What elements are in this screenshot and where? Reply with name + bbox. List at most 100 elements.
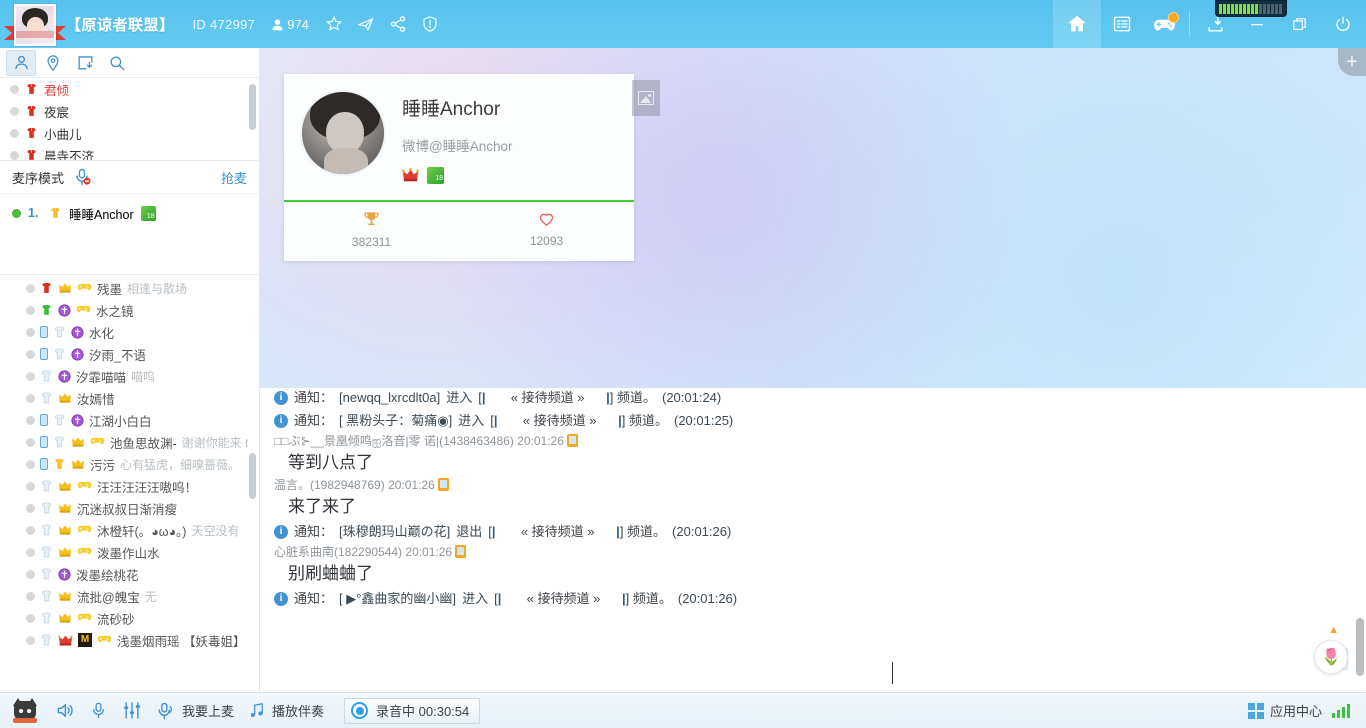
shield-icon[interactable] xyxy=(421,15,439,33)
broken-image-icon[interactable] xyxy=(632,80,660,116)
member-list-item[interactable]: 汐霏喵喵 喵呜 xyxy=(0,365,259,387)
grab-mic-button[interactable]: 抢麦 xyxy=(221,168,247,187)
left-sidebar: 君倾 夜宸 小曲儿 晨寺不济 麦序模式 抢麦 1. 睡睡Anchor 18 残墨… xyxy=(0,48,260,706)
game-icon xyxy=(77,613,92,621)
speaker-button[interactable] xyxy=(54,700,75,721)
room-id: ID 472997 xyxy=(192,16,256,32)
home-button[interactable] xyxy=(1053,0,1101,48)
room-avatar[interactable] xyxy=(0,0,62,48)
red-shirt-icon xyxy=(27,149,36,160)
level-18-badge: 18 xyxy=(427,167,444,184)
status-dot xyxy=(26,503,35,513)
profile-stat-heart[interactable]: 12093 xyxy=(459,202,634,261)
crown-icon xyxy=(59,283,71,293)
sidebar-scrollbar[interactable] xyxy=(249,84,256,130)
member-list-item[interactable]: M 浅墨烟雨瑶 【妖毒姐】 xyxy=(0,629,259,651)
level-18-badge: 18 xyxy=(140,205,156,221)
airplane-icon[interactable] xyxy=(357,15,375,33)
profile-badges: 18 xyxy=(402,167,512,184)
profile-name: 睡睡Anchor xyxy=(402,99,501,120)
member-name: 夜宸 xyxy=(44,105,70,120)
member-name: 池鱼思故渊- xyxy=(110,436,177,451)
sidebar-tab-location[interactable] xyxy=(38,50,68,76)
app-center-label: 应用中心 xyxy=(1269,704,1322,719)
member-name: 汐霏喵喵 xyxy=(76,370,127,385)
share-icon[interactable] xyxy=(389,15,407,33)
microphone-button[interactable] xyxy=(89,700,108,721)
member-list-item[interactable]: 残墨 相逢与散场 xyxy=(0,277,259,299)
gift-flower-button[interactable]: 🌷 xyxy=(1314,640,1348,674)
chat-sender[interactable]: 温言。(1982948769) 20:01:26 xyxy=(274,478,435,492)
profile-card[interactable]: 睡睡Anchor 微博@睡睡Anchor 18 382311 12093 xyxy=(284,74,634,261)
purple-badge-icon xyxy=(71,413,84,427)
download-icon xyxy=(1207,16,1223,32)
game-button[interactable] xyxy=(1143,0,1185,48)
request-mic-button[interactable]: 我要上麦 xyxy=(156,701,234,721)
notification-badge xyxy=(1168,12,1179,23)
profile-stat-trophy[interactable]: 382311 xyxy=(284,202,459,261)
app-center-button[interactable]: 应用中心 xyxy=(1247,701,1322,720)
purple-badge-icon xyxy=(71,347,84,361)
notice-user: [珠穆朗玛山巅の花] xyxy=(339,524,451,539)
profile-stat-trophy-value: 382311 xyxy=(351,235,392,249)
chat-sender[interactable]: □□ぶ⊱__景凰倾鸣ஐ洛音|零 诺|(1438463486) 20:01:26 xyxy=(274,434,564,448)
chat-scrollbar[interactable] xyxy=(1356,618,1364,676)
sidebar-tab-search[interactable] xyxy=(102,50,132,76)
member-list-scrollbar[interactable] xyxy=(249,453,256,499)
member-list-item[interactable]: 江湖小白白 xyxy=(0,409,259,431)
power-icon xyxy=(1336,16,1350,31)
white-shirt-icon xyxy=(42,502,51,514)
mic-slot-list: 1. 睡睡Anchor 18 xyxy=(0,194,259,274)
member-list-item[interactable]: 沐橙轩(。◕ω◕。) 天空没有 xyxy=(0,519,259,541)
list-button[interactable] xyxy=(1101,0,1143,48)
member-list-item[interactable]: 池鱼思故渊- 谢谢你能来 t xyxy=(0,431,259,453)
list-item[interactable]: 夜宸 xyxy=(0,100,259,122)
member-list-item[interactable]: 污污 心有猛虎，细嗅蔷薇。 xyxy=(0,453,259,475)
member-list-item[interactable]: 流批@魄宝无 xyxy=(0,585,259,607)
main-area: + 睡睡Anchor 微博@睡睡Anchor 18 382311 12093 i… xyxy=(260,48,1366,706)
member-name: 水之镜 xyxy=(96,304,134,319)
notice-time: (20:01:26) xyxy=(677,591,738,606)
add-widget-button[interactable]: + xyxy=(1338,48,1366,76)
member-list-item[interactable]: 泼墨绘桃花 xyxy=(0,563,259,585)
chat-sender[interactable]: 心脏系曲南(182290544) 20:01:26 xyxy=(274,545,452,559)
title-action-icons xyxy=(325,15,439,33)
sidebar-tab-invite[interactable] xyxy=(70,50,100,76)
play-accompaniment-label: 播放伴奏 xyxy=(272,704,325,719)
member-list-item[interactable]: 泼墨作山水 xyxy=(0,541,259,563)
recording-button[interactable]: 录音中 00:30:54 xyxy=(344,697,481,724)
mic-slot-name: 睡睡Anchor xyxy=(69,207,134,222)
list-item[interactable]: 晨寺不济 xyxy=(0,144,259,160)
mic-muted-icon[interactable] xyxy=(72,167,92,187)
member-list-item[interactable]: 汐雨_不语 xyxy=(0,343,259,365)
member-list-item[interactable]: 汝嫣惜 xyxy=(0,387,259,409)
list-item[interactable]: 小曲儿 xyxy=(0,122,259,144)
notice-user: [ ▶°鑫曲家的幽小幽] xyxy=(339,591,457,606)
star-icon[interactable] xyxy=(325,15,343,33)
member-name: 汪汪汪汪汪嗷呜！ xyxy=(97,480,198,495)
play-accompaniment-button[interactable]: 播放伴奏 xyxy=(248,701,324,720)
member-list-item[interactable]: 汪汪汪汪汪嗷呜！ xyxy=(0,475,259,497)
sidebar-tab-members[interactable] xyxy=(6,49,36,76)
mic-slot[interactable]: 1. 睡睡Anchor 18 xyxy=(0,202,259,224)
avatar-image xyxy=(14,4,56,46)
status-dot xyxy=(26,327,35,337)
profile-avatar[interactable] xyxy=(300,90,386,176)
list-item[interactable]: 君倾 xyxy=(0,78,259,100)
cat-mascot-icon[interactable] xyxy=(10,697,40,724)
member-name: 浅墨烟雨瑶 【妖毒姐】 xyxy=(117,634,246,649)
member-list-item[interactable]: 沉迷叔叔日渐消瘦 xyxy=(0,497,259,519)
title-bar: 【原谅者联盟】 ID 472997 974 xyxy=(0,0,1366,48)
purple-badge-icon xyxy=(58,303,71,317)
equalizer-button[interactable] xyxy=(122,700,142,721)
notice-channel: [| « 接待频道 » |] 频道。 xyxy=(488,524,667,539)
yellow-shirt-icon xyxy=(55,458,64,469)
power-button[interactable] xyxy=(1320,0,1366,48)
list-icon xyxy=(1113,16,1131,32)
member-name: 沐橙轩(。◕ω◕。) xyxy=(97,524,187,539)
member-list-item[interactable]: 水化 xyxy=(0,321,259,343)
member-list-item[interactable]: 水之镜 xyxy=(0,299,259,321)
member-list-item[interactable]: 流砂砂 xyxy=(0,607,259,629)
member-name: 泼墨作山水 xyxy=(97,546,160,561)
red-shirt-icon xyxy=(42,282,51,293)
